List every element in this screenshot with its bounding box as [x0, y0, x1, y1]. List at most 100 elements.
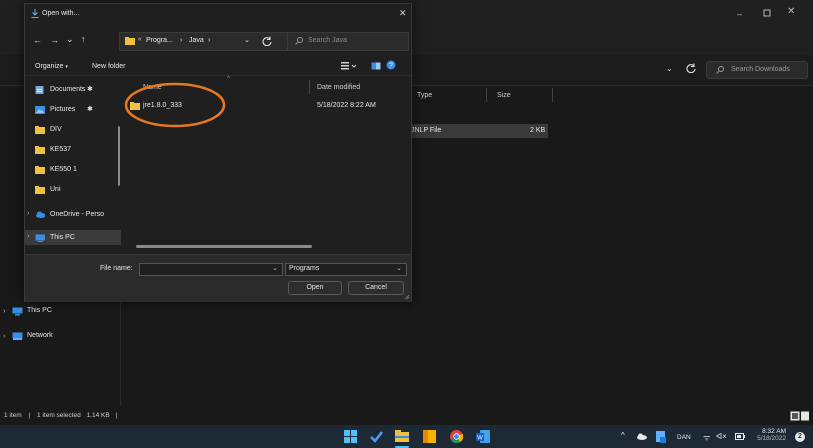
forward-arrow-icon[interactable]: → [50, 35, 59, 45]
cancel-button[interactable]: Cancel [348, 281, 404, 295]
organize-button[interactable]: Organize ▾ [35, 63, 68, 70]
new-folder-button[interactable]: New folder [92, 63, 125, 70]
address-dropdown-icon[interactable]: ⌄ [244, 36, 250, 44]
address-bar[interactable]: « Progra... › Java › ⌄ [119, 32, 307, 51]
refresh-icon[interactable] [262, 36, 272, 46]
expand-chevron-icon[interactable]: › [3, 333, 5, 340]
nav-item-network[interactable]: Network [27, 332, 53, 339]
maximize-icon[interactable] [762, 8, 772, 18]
expand-chevron-icon[interactable]: › [27, 210, 29, 217]
up-arrow-icon[interactable]: ↑ [81, 34, 86, 44]
column-header-date-modified[interactable]: Date modified [317, 84, 360, 91]
status-selected: 1 item selected [37, 412, 81, 419]
column-header-type[interactable]: Type [417, 92, 432, 99]
nav-item-div[interactable]: DIV [35, 124, 119, 138]
explorer-search-input[interactable]: Search Downloads [706, 61, 808, 79]
nav-item-uni[interactable]: Uni [35, 184, 119, 198]
dialog-close-icon[interactable]: ✕ [399, 8, 407, 19]
nav-item-onedrive[interactable]: OneDrive - Perso [35, 209, 119, 223]
pictures-icon [35, 106, 45, 114]
file-type-value: Programs [289, 265, 320, 272]
svg-text:W: W [477, 436, 483, 442]
close-icon[interactable]: ✕ [787, 6, 795, 17]
documents-icon [35, 86, 44, 94]
pin-icon: ✱ [87, 86, 93, 93]
file-list: ^ Name Date modified jre1.8.0_333 5/18/2… [123, 76, 411, 251]
search-placeholder: Search Java [308, 37, 347, 44]
status-size: 1.14 KB [86, 412, 110, 419]
java-update-icon[interactable] [655, 430, 667, 443]
volume-icon[interactable]: ᐊ× [716, 432, 727, 441]
organize-label: Organize [35, 63, 64, 70]
expand-chevron-icon[interactable]: › [27, 233, 29, 240]
dialog-search-input[interactable]: Search Java [287, 32, 409, 51]
word-icon[interactable]: W [476, 430, 490, 443]
pin-icon: ✱ [87, 106, 93, 113]
expand-chevron-icon[interactable]: › [3, 308, 5, 315]
notification-badge[interactable]: 2 [795, 432, 805, 442]
chevron-down-icon[interactable]: ⌄ [666, 64, 673, 73]
status-bar: 1 item | 1 item selected 1.14 KB | [4, 412, 118, 419]
file-explorer-icon[interactable] [395, 430, 409, 443]
column-header-size[interactable]: Size [497, 92, 511, 99]
folder-icon [125, 37, 135, 45]
file-type-select[interactable]: Programs ⌄ [285, 263, 407, 276]
folder-icon [35, 146, 45, 154]
folder-icon [35, 186, 45, 194]
annotation-circle [124, 82, 226, 128]
search-icon [295, 37, 303, 45]
breadcrumb-separator-icon: › [208, 37, 211, 44]
horizontal-scrollbar[interactable] [136, 245, 312, 248]
chevron-down-icon: ⌄ [272, 265, 278, 272]
dialog-title: Open with... [42, 10, 80, 17]
nav-item-documents[interactable]: Documents ✱ [35, 84, 119, 98]
recent-chevron-icon[interactable]: ⌄ [66, 34, 74, 45]
file-name-input[interactable]: ⌄ [139, 263, 283, 276]
dialog-nav-pane: Documents ✱ Pictures ✱ DIV KE537 KE550 1… [25, 81, 121, 253]
file-type: JNLP File [411, 127, 442, 134]
language-indicator[interactable]: DAN [677, 434, 691, 441]
open-button[interactable]: Open [288, 281, 342, 295]
nav-item-this-pc[interactable]: This PC [27, 307, 52, 314]
download-icon [31, 9, 39, 18]
clock[interactable]: 8:32 AM 5/18/2022 [756, 428, 786, 442]
view-options-icon[interactable] [341, 61, 357, 71]
breadcrumb-overflow-icon[interactable]: « [138, 36, 142, 43]
details-view-icon[interactable] [790, 411, 810, 421]
status-item-count: 1 item [4, 412, 22, 419]
chevron-down-icon: ▾ [65, 64, 68, 70]
todo-app-icon[interactable] [370, 430, 383, 443]
show-hidden-icons-icon[interactable]: ^ [621, 431, 625, 440]
nav-item-this-pc[interactable]: This PC [35, 232, 119, 246]
battery-icon[interactable] [735, 433, 745, 440]
chrome-icon[interactable] [450, 430, 463, 443]
breadcrumb-item[interactable]: Progra... [146, 37, 173, 44]
chevron-down-icon: ⌄ [396, 265, 402, 272]
breadcrumb-item[interactable]: Java [189, 37, 204, 44]
preview-pane-icon[interactable] [371, 61, 381, 71]
svg-text:?: ? [389, 63, 393, 70]
column-divider [486, 88, 487, 102]
back-arrow-icon[interactable]: ← [33, 35, 42, 45]
onedrive-icon[interactable] [636, 433, 647, 440]
this-pc-icon [12, 307, 23, 316]
refresh-icon[interactable] [686, 63, 696, 73]
start-icon[interactable] [344, 430, 357, 443]
nav-item-ke537[interactable]: KE537 [35, 144, 119, 158]
sort-indicator-icon: ^ [227, 76, 230, 82]
clock-time: 8:32 AM [762, 428, 786, 435]
column-divider [309, 80, 310, 94]
nav-item-ke550-1[interactable]: KE550 1 [35, 164, 119, 178]
selected-file-row[interactable]: JNLP File 2 KB [402, 124, 548, 138]
explorer-search-placeholder: Search Downloads [731, 66, 790, 73]
file-name-label: File name: [100, 265, 133, 272]
search-icon [716, 66, 724, 74]
minimize-icon[interactable]: – [737, 9, 742, 19]
breadcrumb-separator-icon: › [180, 37, 183, 44]
help-icon[interactable]: ? [386, 60, 396, 70]
nav-item-pictures[interactable]: Pictures ✱ [35, 104, 119, 118]
nav-scrollbar[interactable] [118, 126, 120, 186]
resize-grip-icon[interactable] [404, 294, 410, 300]
sticky-notes-icon[interactable] [423, 430, 436, 443]
wifi-icon[interactable]: ᯤ [703, 432, 710, 443]
